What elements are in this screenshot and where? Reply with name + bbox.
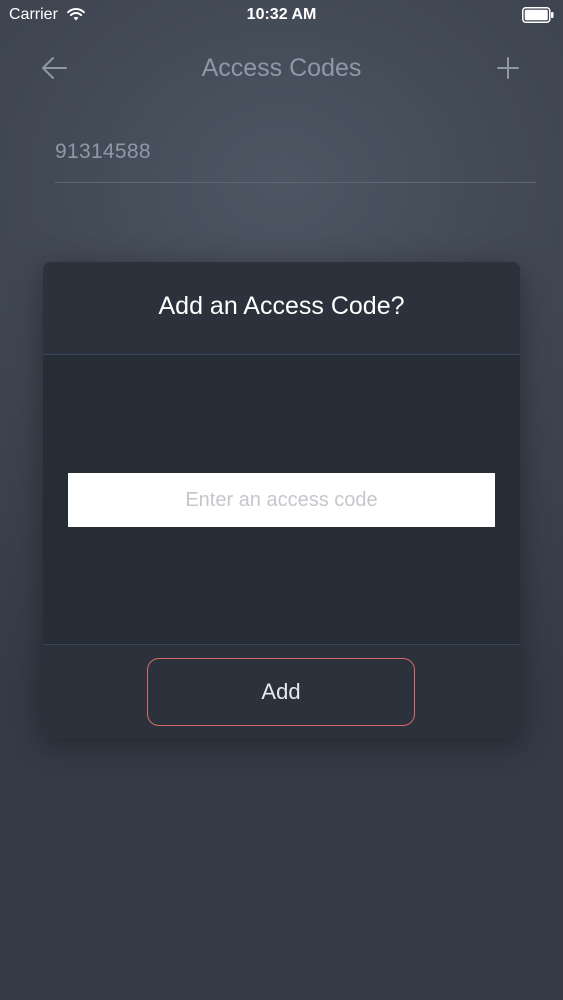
- dialog-body: [43, 355, 520, 644]
- battery-icon: [522, 7, 554, 23]
- dialog-title: Add an Access Code?: [158, 292, 405, 320]
- access-code-row[interactable]: 91314588: [55, 126, 536, 183]
- dialog-header: Add an Access Code?: [43, 262, 520, 355]
- plus-icon: [497, 57, 519, 79]
- status-time: 10:32 AM: [246, 6, 317, 23]
- add-button[interactable]: Add: [147, 658, 415, 726]
- page-title: Access Codes: [201, 54, 362, 82]
- access-code-input[interactable]: [68, 473, 495, 527]
- access-code-value: 91314588: [55, 140, 151, 163]
- dialog-footer: Add: [43, 644, 520, 738]
- add-code-button[interactable]: [490, 50, 526, 86]
- status-bar: Carrier 10:32 AM: [0, 0, 563, 30]
- add-access-code-dialog: Add an Access Code? Add: [43, 262, 520, 738]
